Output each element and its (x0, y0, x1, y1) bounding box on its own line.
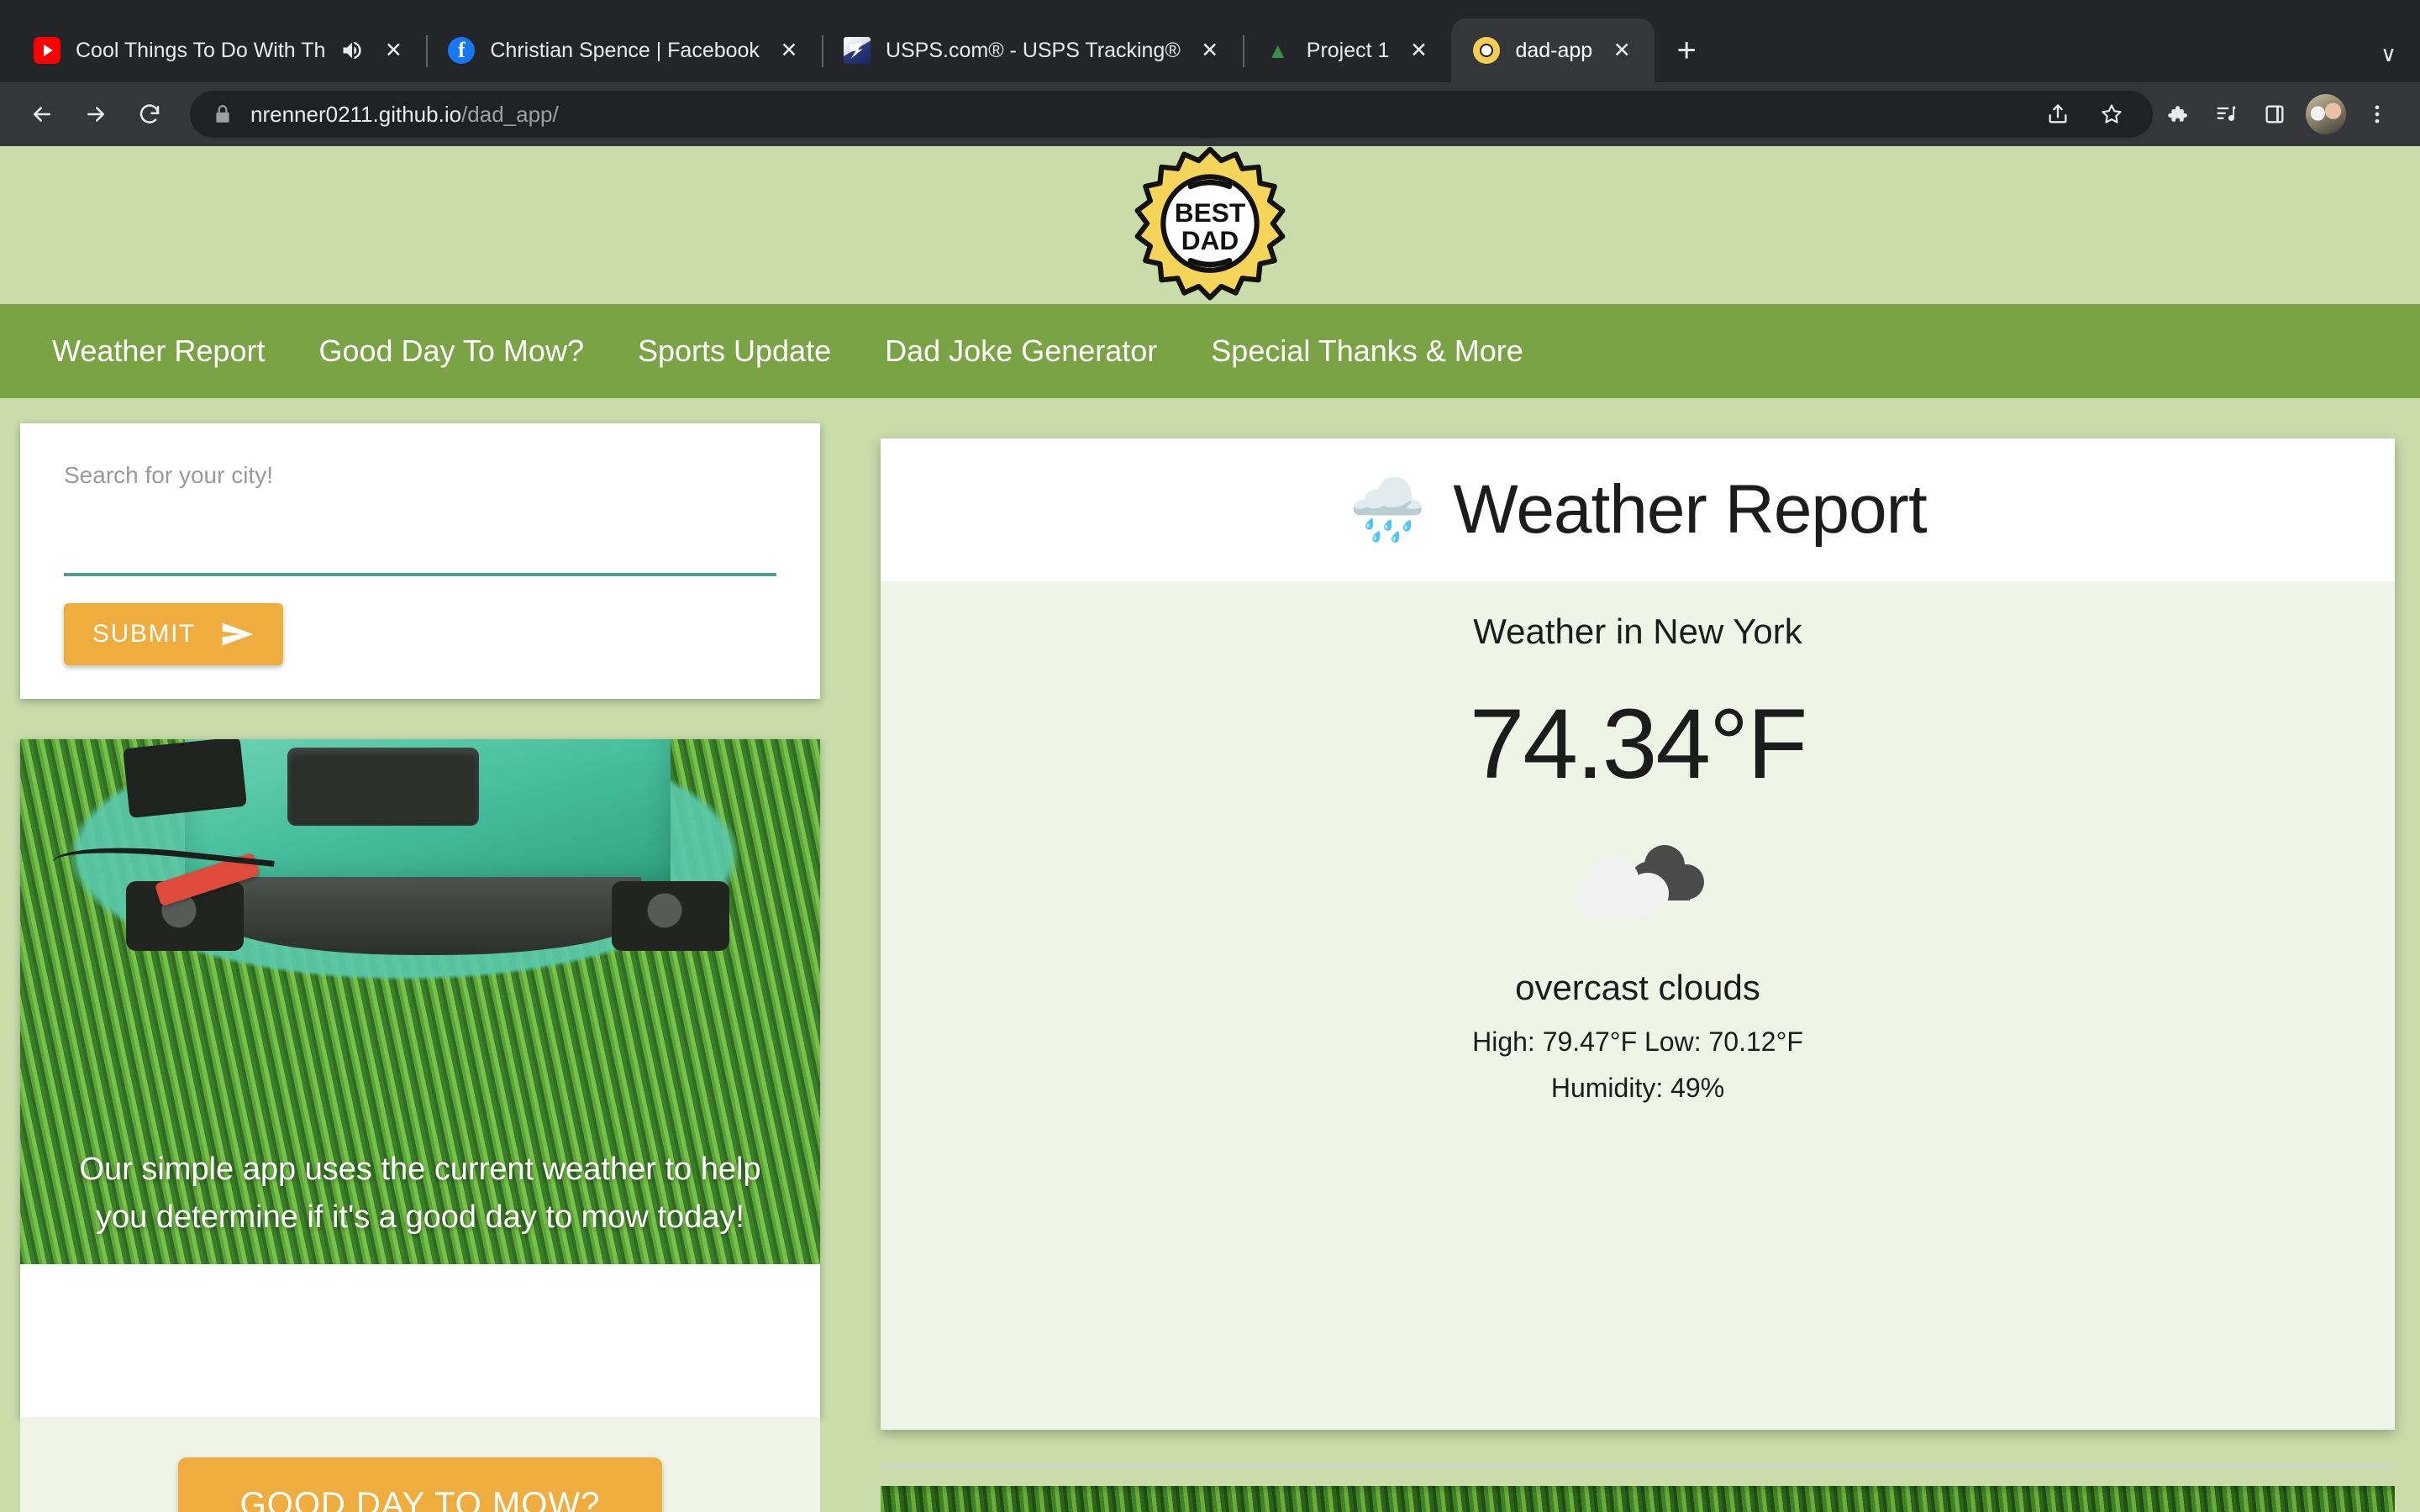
nav-item-sports-update[interactable]: Sports Update (611, 333, 858, 369)
tab-title: Christian Spence | Facebook (490, 38, 760, 62)
weather-high-low: High: 79.47°F Low: 70.12°F (1472, 1026, 1803, 1057)
facebook-icon: f (448, 37, 476, 64)
browser-tab-usps[interactable]: USPS.com® - USPS Tracking® ✕ (821, 18, 1243, 82)
send-arrow-icon (222, 622, 254, 646)
site-navigation: Weather Report Good Day To Mow? Sports U… (0, 304, 2420, 398)
weather-card-body: Weather in New York 74.34°F overcast clo… (881, 581, 2395, 1430)
browser-tab-project-1[interactable]: ▲ Project 1 ✕ (1242, 18, 1452, 82)
nav-item-weather-report[interactable]: Weather Report (25, 333, 292, 369)
site-header: BEST DAD (0, 146, 2420, 304)
youtube-icon (34, 37, 60, 64)
badge-icon: BEST DAD (1134, 146, 1286, 301)
page-content: BEST DAD Weather Report Good Day To Mow?… (0, 146, 2420, 1512)
section-divider (881, 1465, 2395, 1467)
promo-spacer (20, 1264, 820, 1417)
url-path: /dad_app/ (461, 101, 559, 127)
tab-close-button[interactable]: ✕ (379, 36, 408, 65)
forward-icon[interactable] (69, 87, 123, 141)
tab-title: Project 1 (1306, 38, 1390, 62)
search-input-wrapper[interactable] (64, 524, 776, 576)
tab-close-button[interactable]: ✕ (775, 36, 803, 65)
reload-icon[interactable] (123, 87, 176, 141)
tab-title: USPS.com® - USPS Tracking® (885, 38, 1181, 62)
new-tab-button[interactable]: + (1663, 27, 1710, 74)
tab-title: dad-app (1515, 38, 1593, 62)
url-text: nrenner0211.github.io/dad_app/ (250, 102, 559, 128)
browser-window: Cool Things To Do With Th ✕ f Christian … (0, 0, 2420, 1512)
tab-close-button[interactable]: ✕ (1196, 36, 1224, 65)
weather-card-header: 🌧️ Weather Report (881, 438, 2395, 581)
extensions-icon[interactable] (2153, 90, 2202, 139)
usps-icon (843, 37, 871, 64)
tab-list-chevron-icon[interactable]: ∨ (2381, 41, 2396, 67)
nav-item-good-day-to-mow[interactable]: Good Day To Mow? (292, 333, 611, 369)
avatar[interactable] (2306, 94, 2346, 134)
side-panel-icon[interactable] (2250, 90, 2299, 139)
nav-item-dad-joke-generator[interactable]: Dad Joke Generator (858, 333, 1184, 369)
best-dad-badge-logo: BEST DAD (1129, 146, 1291, 306)
weather-city-line: Weather in New York (1473, 612, 1802, 651)
weather-report-card: 🌧️ Weather Report Weather in New York 74… (881, 438, 2395, 1430)
lawn-mower-image: Our simple app uses the current weather … (20, 739, 820, 1264)
tab-audio-icon[interactable] (340, 39, 364, 62)
right-column: 🌧️ Weather Report Weather in New York 74… (840, 398, 2420, 1512)
omnibox-actions (2033, 90, 2136, 139)
tab-close-button[interactable]: ✕ (1404, 36, 1433, 65)
project-icon: ▲ (1266, 38, 1289, 63)
browser-tab-youtube[interactable]: Cool Things To Do With Th ✕ (12, 18, 426, 82)
rain-cloud-icon: 🌧️ (1349, 475, 1427, 544)
submit-button-label: SUBMIT (92, 620, 196, 648)
browser-toolbar: nrenner0211.github.io/dad_app/ (0, 82, 2420, 146)
badge-line-2: DAD (1181, 225, 1239, 255)
mower-handle (122, 739, 247, 818)
mower-vent (287, 747, 480, 826)
promo-footer: GOOD DAY TO MOW? (20, 1417, 820, 1512)
share-icon[interactable] (2033, 90, 2082, 139)
mower-wheel-right (611, 881, 729, 951)
lock-icon[interactable] (212, 103, 234, 125)
overcast-clouds-icon (1554, 830, 1722, 939)
address-bar[interactable]: nrenner0211.github.io/dad_app/ (190, 91, 2153, 138)
dad-app-icon (1473, 37, 1501, 64)
mower-deck (213, 876, 641, 955)
browser-tab-facebook[interactable]: f Christian Spence | Facebook ✕ (426, 18, 822, 82)
good-day-to-mow-button[interactable]: GOOD DAY TO MOW? (177, 1457, 663, 1512)
left-column: Search for your city! SUBMIT Our simple … (0, 398, 840, 1512)
grass-image (881, 1486, 2395, 1512)
url-domain: nrenner0211.github.io (250, 101, 462, 127)
menu-icon[interactable] (2353, 90, 2402, 139)
tab-strip: Cool Things To Do With Th ✕ f Christian … (0, 0, 2420, 82)
nav-item-special-thanks-more[interactable]: Special Thanks & More (1184, 333, 1550, 369)
tab-close-button[interactable]: ✕ (1607, 36, 1636, 65)
city-search-card: Search for your city! SUBMIT (20, 423, 820, 699)
mower-graphic (50, 739, 788, 960)
weather-report-title: Weather Report (1453, 471, 1927, 548)
tab-title: Cool Things To Do With Th (76, 38, 326, 62)
media-playlist-icon[interactable] (2202, 90, 2250, 139)
back-icon[interactable] (15, 87, 69, 141)
search-label: Search for your city! (64, 462, 273, 488)
main-content: Search for your city! SUBMIT Our simple … (0, 398, 2420, 1512)
browser-tab-dad-app[interactable]: dad-app ✕ (1451, 18, 1655, 82)
bookmark-star-icon[interactable] (2087, 90, 2136, 139)
search-input[interactable] (64, 534, 776, 563)
submit-button[interactable]: SUBMIT (64, 603, 283, 665)
badge-line-1: BEST (1175, 197, 1245, 228)
promo-card: Our simple app uses the current weather … (20, 739, 820, 1417)
weather-humidity: Humidity: 49% (1550, 1073, 1725, 1103)
weather-condition: overcast clouds (1515, 968, 1760, 1007)
promo-caption: Our simple app uses the current weather … (79, 1151, 761, 1236)
weather-temperature: 74.34°F (1469, 689, 1808, 800)
